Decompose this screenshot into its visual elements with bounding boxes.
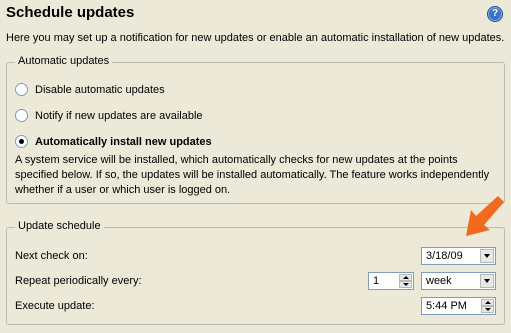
radio-auto-install[interactable]: Automatically install new updates bbox=[15, 135, 212, 148]
update-schedule-legend: Update schedule bbox=[15, 220, 104, 232]
next-check-value: 3/18/09 bbox=[426, 250, 463, 262]
page-title: Schedule updates bbox=[6, 4, 135, 21]
spinner-icon[interactable] bbox=[399, 274, 412, 288]
next-check-date-field[interactable]: 3/18/09 bbox=[421, 247, 496, 265]
radio-label: Disable automatic updates bbox=[35, 83, 165, 96]
next-check-label: Next check on: bbox=[15, 250, 88, 262]
automatic-updates-group: Automatic updates Disable automatic upda… bbox=[6, 55, 505, 204]
radio-button[interactable] bbox=[15, 135, 28, 148]
radio-notify-updates[interactable]: Notify if new updates are available bbox=[15, 109, 203, 122]
execute-time-value: 5:44 PM bbox=[426, 300, 467, 312]
update-schedule-group: Update schedule Next check on: 3/18/09 R… bbox=[6, 220, 505, 325]
repeat-label: Repeat periodically every: bbox=[15, 275, 142, 287]
chevron-down-icon[interactable] bbox=[480, 249, 494, 263]
repeat-count-value: 1 bbox=[373, 275, 380, 287]
radio-button[interactable] bbox=[15, 109, 28, 122]
execute-time-field[interactable]: 5:44 PM bbox=[421, 297, 496, 315]
automatic-updates-legend: Automatic updates bbox=[15, 55, 113, 67]
arrow-shape bbox=[466, 196, 504, 236]
radio-button[interactable] bbox=[15, 83, 28, 96]
repeat-count-stepper[interactable]: 1 bbox=[368, 272, 414, 290]
repeat-unit-select[interactable]: week bbox=[421, 272, 496, 290]
radio-label: Automatically install new updates bbox=[35, 135, 212, 148]
intro-text: Here you may set up a notification for n… bbox=[6, 32, 505, 44]
auto-update-description: A system service will be installed, whic… bbox=[15, 154, 490, 196]
help-icon[interactable]: ? bbox=[487, 6, 503, 22]
spinner-icon[interactable] bbox=[481, 299, 494, 313]
radio-disable-updates[interactable]: Disable automatic updates bbox=[15, 83, 165, 96]
repeat-unit-value: week bbox=[426, 275, 452, 287]
execute-update-label: Execute update: bbox=[15, 300, 95, 312]
arrow-annotation-icon bbox=[466, 196, 504, 236]
radio-label: Notify if new updates are available bbox=[35, 109, 203, 122]
chevron-down-icon[interactable] bbox=[480, 274, 494, 288]
